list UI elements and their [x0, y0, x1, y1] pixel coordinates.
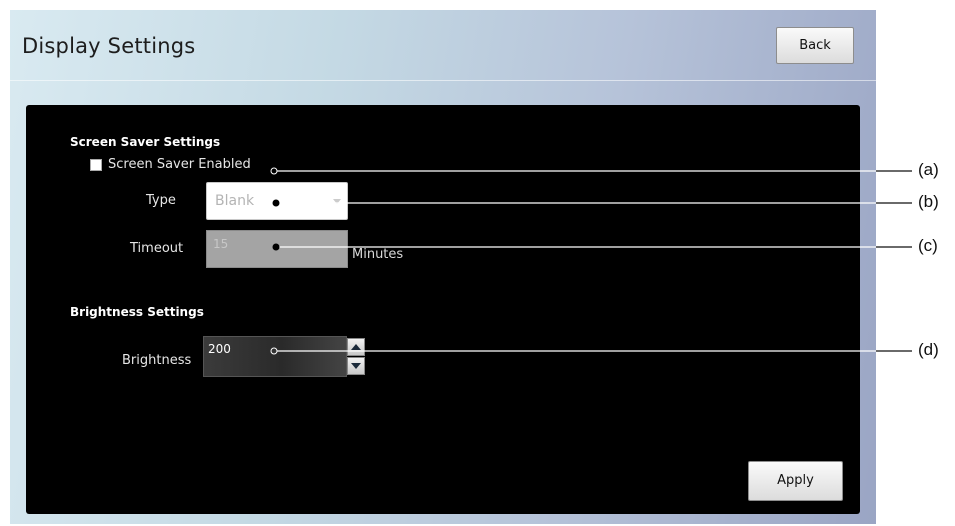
callout-b-dot: [272, 199, 280, 207]
callout-d-dot: [270, 347, 278, 355]
callout-a-dot: [270, 167, 278, 175]
callout-c-dot: [272, 243, 280, 251]
callout-a-label: (a): [918, 160, 939, 179]
callout-c-label: (c): [918, 236, 938, 255]
callout-b-label: (b): [918, 192, 939, 211]
callout-d-label: (d): [918, 340, 939, 359]
callout-lines: [270, 167, 912, 355]
